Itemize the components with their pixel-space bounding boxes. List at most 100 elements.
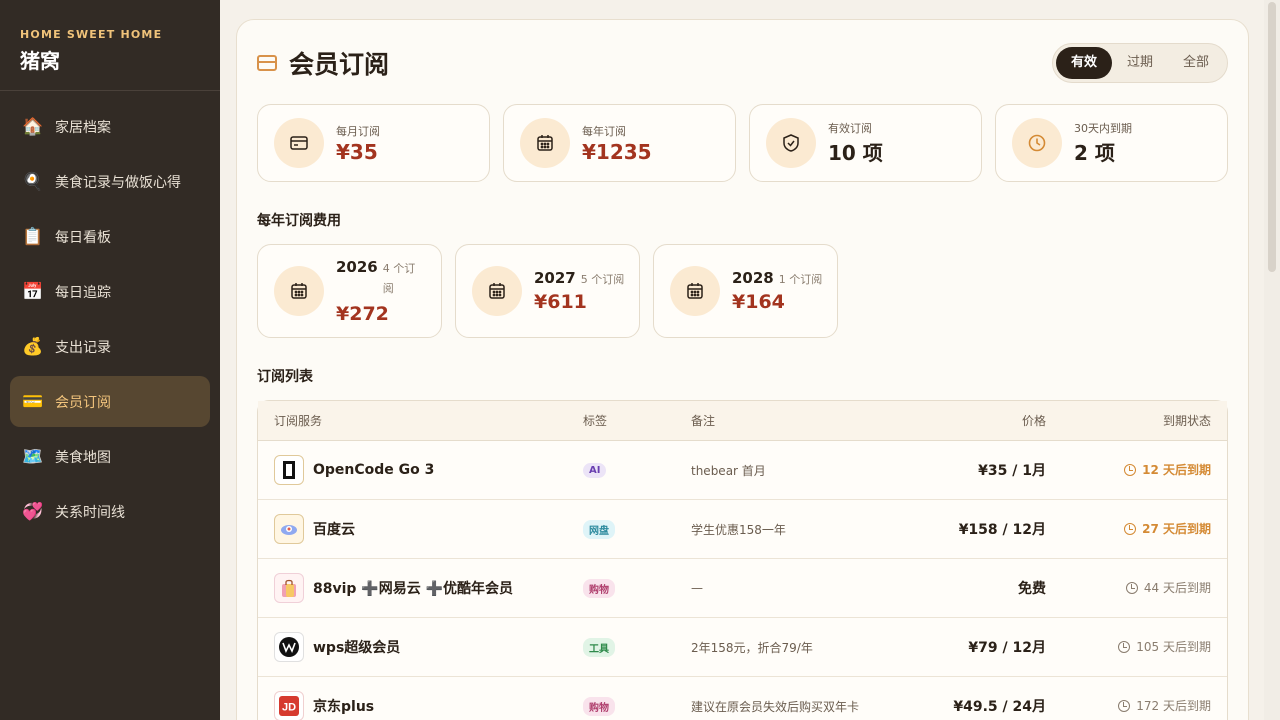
note-cell: 建议在原会员失效后购买双年卡 — [691, 677, 901, 720]
sidebar-item-label: 美食地图 — [55, 449, 111, 466]
service-cell: OpenCode Go 3 — [274, 455, 583, 485]
tag-badge: 购物 — [583, 578, 615, 598]
sidebar-item-label: 支出记录 — [55, 339, 111, 356]
table-row[interactable]: JD 京东plus 购物 建议在原会员失效后购买双年卡 ¥49.5 / 24月 1… — [258, 677, 1227, 720]
title-wrap: 会员订阅 — [257, 45, 389, 81]
sidebar-item-label: 每日追踪 — [55, 284, 111, 301]
service-cell: wps超级会员 — [274, 632, 583, 662]
note-cell: 2年158元，折合79/年 — [691, 618, 901, 677]
page-scrollbar[interactable] — [1264, 0, 1280, 720]
brand: HOME SWEET HOME 猪窝 — [0, 0, 220, 91]
sidebar-item-expenses[interactable]: 💰 支出记录 — [10, 321, 210, 372]
note-cell: 学生优惠158一年 — [691, 500, 901, 559]
year-head: 2028 1 个订阅 — [732, 269, 822, 287]
shield-check-icon — [766, 118, 816, 168]
service-name: 88vip ➕网易云 ➕优酷年会员 — [313, 581, 514, 597]
sidebar-item-food-notes[interactable]: 🍳 美食记录与做饭心得 — [10, 156, 210, 207]
tag-badge: 网盘 — [583, 519, 615, 539]
table-row[interactable]: wps超级会员 工具 2年158元，折合79/年 ¥79 / 12月 105 天… — [258, 618, 1227, 677]
year-card-2028: 2028 1 个订阅 ¥164 — [653, 244, 838, 338]
status-filter: 有效 过期 全部 — [1051, 43, 1228, 83]
annual-cost-title: 每年订阅费用 — [257, 213, 341, 229]
tag-badge: 购物 — [583, 696, 615, 716]
table-row[interactable]: 百度云 网盘 学生优惠158一年 ¥158 / 12月 27 天后到期 — [258, 500, 1227, 559]
calendar-icon — [472, 266, 522, 316]
column-header-note[interactable]: 备注 — [691, 401, 901, 441]
due-text: 105 天后到期 — [1136, 640, 1211, 655]
stat-label: 每年订阅 — [582, 124, 626, 138]
calendar-icon: 📅 — [22, 281, 44, 302]
due-text: 12 天后到期 — [1142, 463, 1211, 478]
year-card-2027: 2027 5 个订阅 ¥611 — [455, 244, 640, 338]
cooking-icon: 🍳 — [22, 171, 44, 192]
shopping-bag-icon — [274, 573, 304, 603]
sidebar-item-relationship-timeline[interactable]: 💞 关系时间线 — [10, 486, 210, 537]
column-header-service[interactable]: 订阅服务 — [258, 401, 583, 441]
column-header-tag[interactable]: 标签 — [583, 401, 691, 441]
calendar-icon — [670, 266, 720, 316]
sidebar-item-home-archive[interactable]: 🏠 家居档案 — [10, 101, 210, 152]
year-count: 4 个订阅 — [382, 261, 416, 295]
page-title: 会员订阅 — [289, 50, 390, 79]
price-cell: 免费 — [1018, 581, 1046, 597]
due-status: 44 天后到期 — [1125, 579, 1211, 596]
summary-stats: 每月订阅 ¥35 每年订阅 ¥1235 有效订阅 10 项 30天内到期 2 项 — [257, 104, 1228, 182]
due-text: 172 天后到期 — [1136, 699, 1211, 714]
brand-title: 猪窝 — [20, 49, 60, 73]
card-icon — [274, 118, 324, 168]
year-card-2026: 2026 4 个订阅 ¥272 — [257, 244, 442, 338]
due-status: 105 天后到期 — [1118, 638, 1211, 655]
clipboard-icon: 📋 — [22, 226, 44, 247]
stat-label: 每月订阅 — [336, 124, 380, 138]
table-row[interactable]: OpenCode Go 3 AI thebear 首月 ¥35 / 1月 12 … — [258, 441, 1227, 500]
year-head: 2026 4 个订阅 — [336, 258, 423, 299]
brand-subtitle: HOME SWEET HOME — [20, 28, 163, 41]
service-name: OpenCode Go 3 — [313, 462, 435, 478]
service-name: 京东plus — [313, 699, 375, 715]
year-count: 1 个订阅 — [778, 273, 823, 286]
year-number: 2027 — [534, 269, 576, 287]
filter-active-button[interactable]: 有效 — [1055, 47, 1112, 79]
svg-text:JD: JD — [282, 702, 296, 714]
clock-icon — [1125, 581, 1138, 594]
tag-badge: AI — [583, 463, 607, 478]
main-panel: 会员订阅 有效 过期 全部 每月订阅 ¥35 每年订阅 ¥1235 有效订阅 1… — [236, 19, 1249, 720]
year-value: ¥272 — [336, 302, 389, 325]
service-cell: 百度云 — [274, 514, 583, 544]
sidebar-item-label: 关系时间线 — [55, 504, 125, 521]
subscription-table: 订阅服务 标签 备注 价格 到期状态 OpenCode Go 3 AI theb… — [257, 400, 1228, 720]
calendar-icon — [274, 266, 324, 316]
clock-icon — [1124, 522, 1137, 535]
subscription-list-title: 订阅列表 — [257, 369, 313, 385]
year-value: ¥164 — [732, 291, 785, 313]
service-cell: 88vip ➕网易云 ➕优酷年会员 — [274, 573, 583, 603]
filter-expired-button[interactable]: 过期 — [1112, 47, 1168, 79]
scrollbar-thumb[interactable] — [1268, 2, 1276, 272]
stat-label: 30天内到期 — [1074, 122, 1132, 135]
column-header-price[interactable]: 价格 — [901, 401, 1046, 441]
service-cell: JD 京东plus — [274, 691, 583, 720]
due-status: 172 天后到期 — [1118, 697, 1211, 714]
due-status: 27 天后到期 — [1124, 520, 1211, 537]
due-text: 27 天后到期 — [1142, 522, 1211, 537]
note-cell: thebear 首月 — [691, 441, 901, 500]
due-text: 44 天后到期 — [1143, 581, 1211, 596]
sidebar-item-daily-tracking[interactable]: 📅 每日追踪 — [10, 266, 210, 317]
year-number: 2028 — [732, 269, 774, 287]
column-header-due[interactable]: 到期状态 — [1046, 401, 1227, 441]
stat-value: ¥35 — [336, 139, 378, 164]
sidebar-item-subscriptions[interactable]: 💳 会员订阅 — [10, 376, 210, 427]
page-header: 会员订阅 有效 过期 全部 — [257, 20, 1228, 104]
map-icon: 🗺️ — [22, 446, 44, 467]
tag-badge: 工具 — [583, 637, 615, 657]
money-bag-icon: 💰 — [22, 336, 44, 357]
filter-all-button[interactable]: 全部 — [1168, 47, 1224, 79]
sidebar-item-label: 会员订阅 — [55, 394, 111, 411]
year-number: 2026 — [336, 257, 378, 276]
sidebar-item-food-map[interactable]: 🗺️ 美食地图 — [10, 431, 210, 482]
service-name: wps超级会员 — [313, 640, 401, 656]
sidebar-item-daily-board[interactable]: 📋 每日看板 — [10, 211, 210, 262]
year-count: 5 个订阅 — [580, 273, 625, 286]
table-row[interactable]: 88vip ➕网易云 ➕优酷年会员 购物 — 免费 44 天后到期 — [258, 559, 1227, 618]
price-cell: ¥49.5 / 24月 — [953, 699, 1046, 715]
